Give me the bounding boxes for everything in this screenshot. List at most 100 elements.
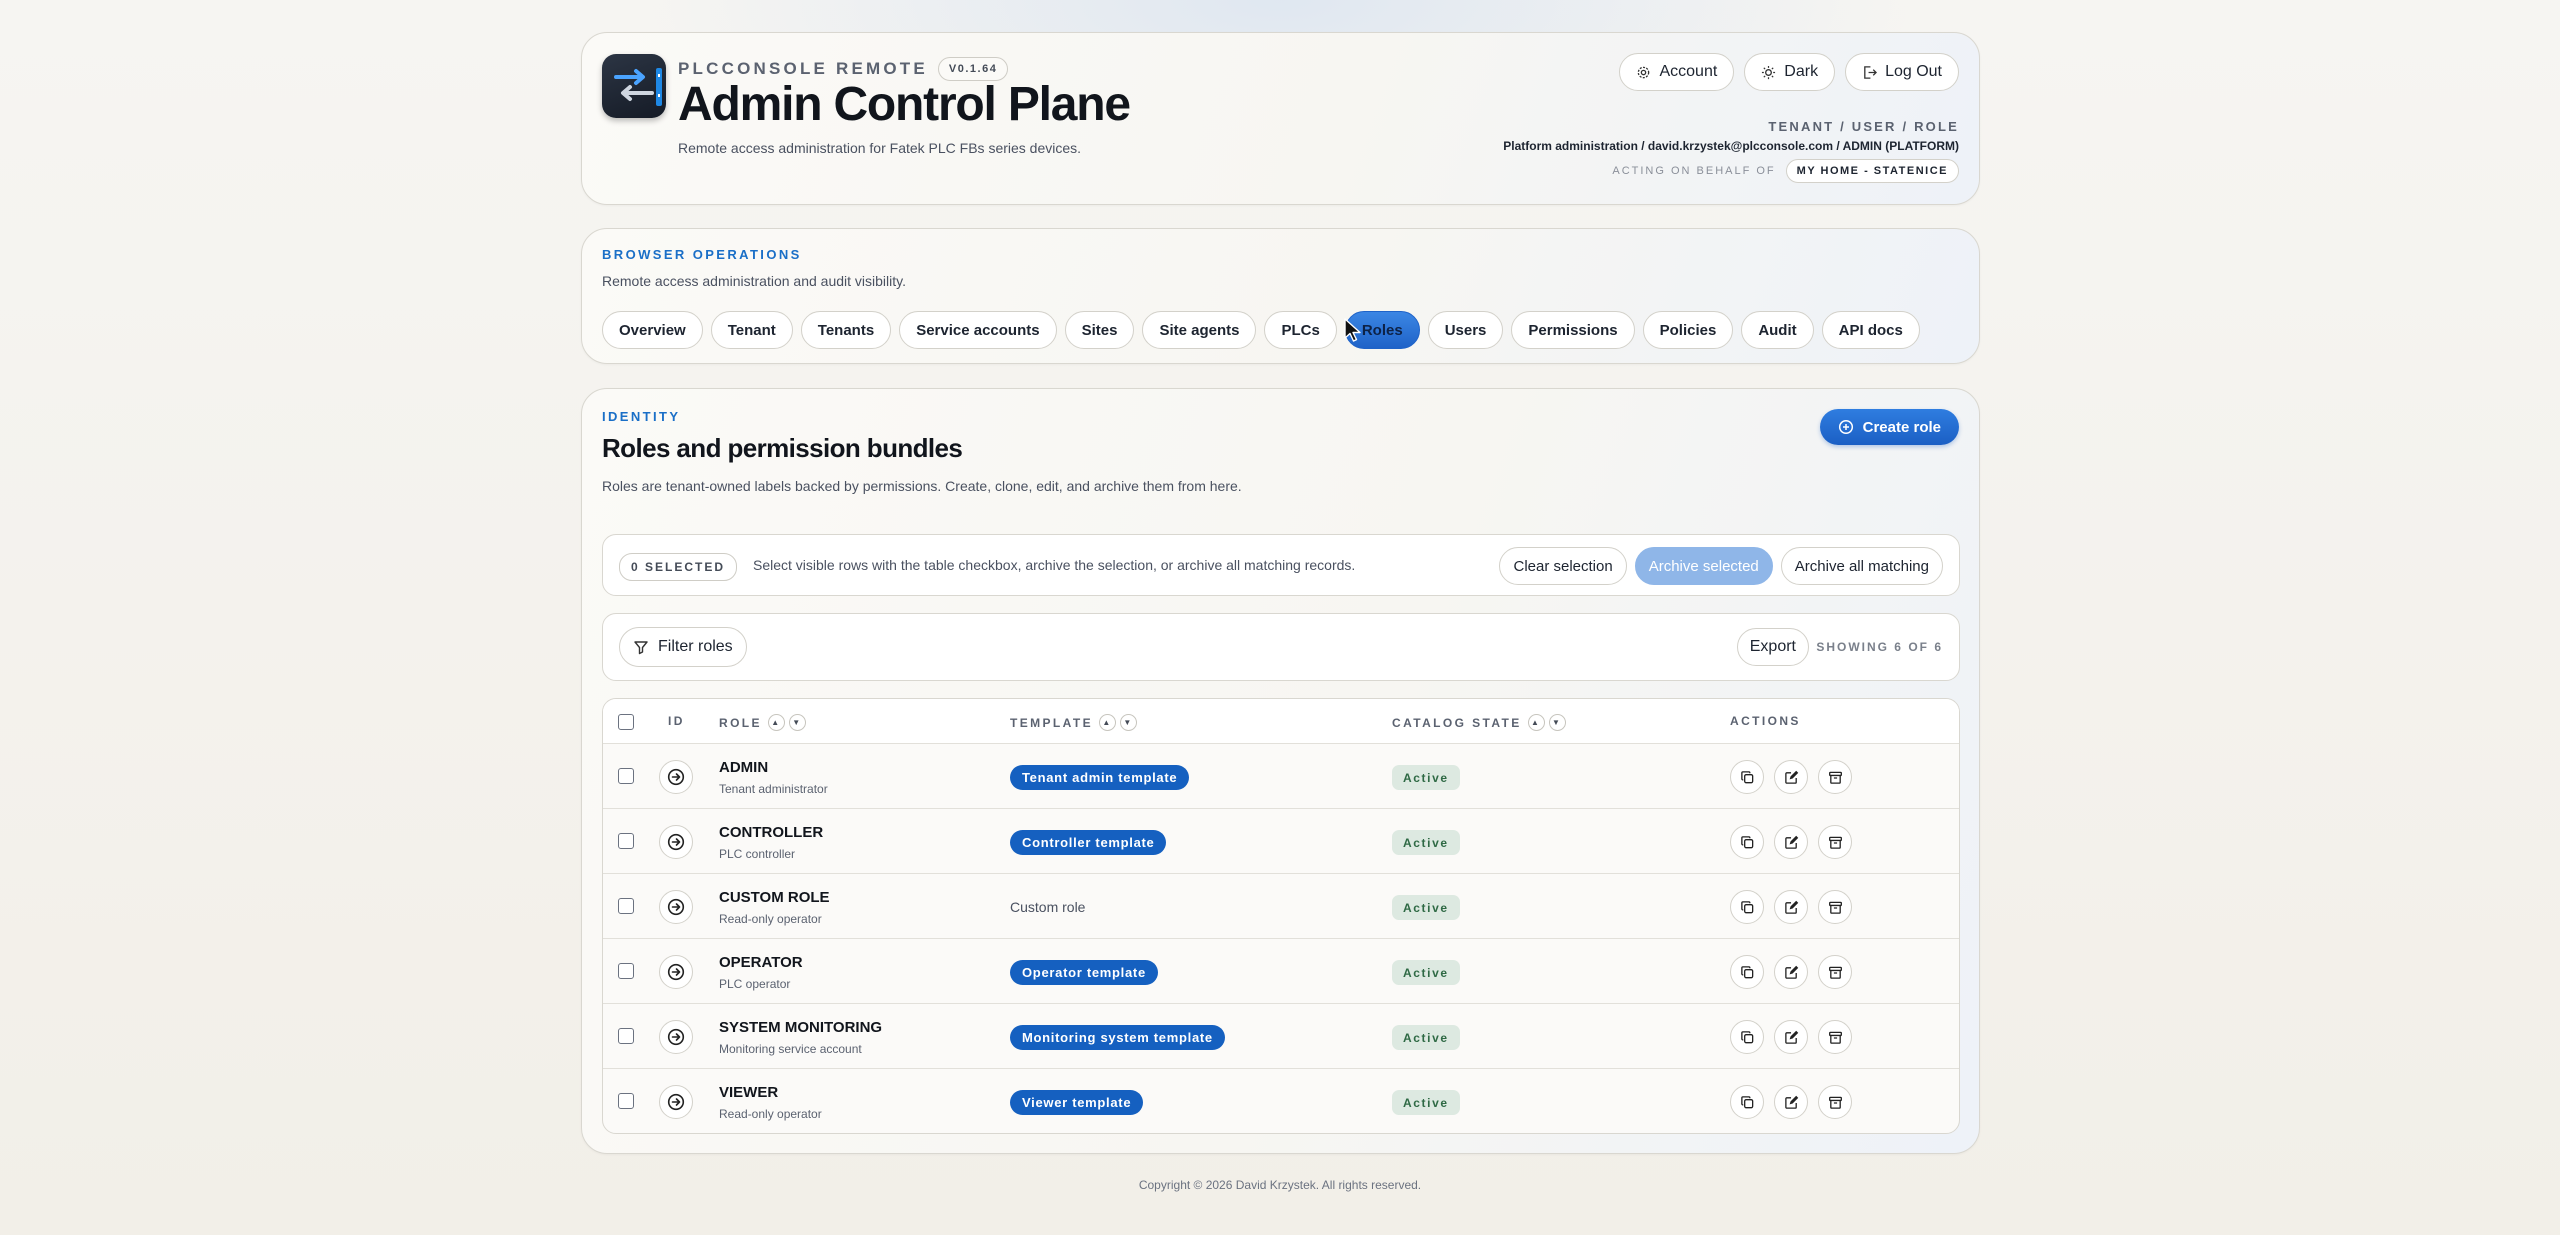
clone-role-button[interactable] xyxy=(1730,1085,1764,1119)
filter-roles-button[interactable]: Filter roles xyxy=(619,627,747,667)
open-role-button[interactable] xyxy=(659,1085,693,1119)
edit-role-button[interactable] xyxy=(1774,825,1808,859)
operations-panel: BROWSER OPERATIONS Remote access adminis… xyxy=(581,228,1980,364)
edit-icon xyxy=(1784,770,1798,784)
sort-desc-icon[interactable]: ▼ xyxy=(788,714,806,731)
archive-icon xyxy=(1828,966,1842,979)
row-checkbox[interactable] xyxy=(618,963,634,979)
select-all-checkbox[interactable] xyxy=(618,714,634,730)
row-checkbox[interactable] xyxy=(618,1028,634,1044)
theme-label: Dark xyxy=(1784,63,1819,80)
identity-eyebrow: IDENTITY xyxy=(602,409,681,424)
role-description: Tenant administrator xyxy=(719,782,828,796)
tab-users[interactable]: Users xyxy=(1427,311,1504,349)
edit-role-button[interactable] xyxy=(1774,890,1808,924)
edit-role-button[interactable] xyxy=(1774,760,1808,794)
open-role-button[interactable] xyxy=(659,1020,693,1054)
edit-role-button[interactable] xyxy=(1774,955,1808,989)
archive-role-button[interactable] xyxy=(1818,760,1852,794)
tab-audit[interactable]: Audit xyxy=(1741,311,1814,349)
clear-selection-button[interactable]: Clear selection xyxy=(1499,547,1627,585)
tab-tenants[interactable]: Tenants xyxy=(800,311,892,349)
archive-all-button[interactable]: Archive all matching xyxy=(1780,547,1943,585)
clone-role-button[interactable] xyxy=(1730,955,1764,989)
catalog-state-badge: Active xyxy=(1392,960,1460,985)
open-role-button[interactable] xyxy=(659,760,693,794)
brand-name: PLCCONSOLE REMOTE xyxy=(678,59,928,78)
tab-policies[interactable]: Policies xyxy=(1642,311,1734,349)
theme-toggle-button[interactable]: Dark xyxy=(1744,53,1836,91)
role-description: Read-only operator xyxy=(719,912,822,926)
table-row[interactable]: CUSTOM ROLE Read-only operator Custom ro… xyxy=(603,874,1959,939)
tab-overview[interactable]: Overview xyxy=(602,311,703,349)
edit-icon xyxy=(1784,835,1798,849)
edit-icon xyxy=(1784,965,1798,979)
table-header: ID ROLE ▲ ▼ TEMPLATE ▲ ▼ CATALOG STATE ▲ ▼ … xyxy=(603,699,1959,744)
archive-role-button[interactable] xyxy=(1818,955,1852,989)
catalog-state-badge: Active xyxy=(1392,895,1460,920)
tab-tenant[interactable]: Tenant xyxy=(710,311,793,349)
arrow-right-circle-icon xyxy=(667,833,685,851)
archive-icon xyxy=(1828,771,1842,784)
edit-role-button[interactable] xyxy=(1774,1085,1808,1119)
export-button[interactable]: Export xyxy=(1736,628,1809,666)
role-name: OPERATOR xyxy=(719,954,803,971)
roles-description: Roles are tenant-owned labels backed by … xyxy=(602,478,1242,494)
open-role-button[interactable] xyxy=(659,890,693,924)
table-row[interactable]: CONTROLLER PLC controller Controller tem… xyxy=(603,809,1959,874)
tab-sites[interactable]: Sites xyxy=(1064,311,1135,349)
account-button[interactable]: Account xyxy=(1619,53,1735,91)
row-checkbox[interactable] xyxy=(618,833,634,849)
open-role-button[interactable] xyxy=(659,825,693,859)
clone-role-button[interactable] xyxy=(1730,760,1764,794)
row-checkbox[interactable] xyxy=(618,898,634,914)
sun-icon xyxy=(1762,65,1776,79)
copy-icon xyxy=(1740,835,1753,848)
copyright-footer: Copyright © 2026 David Krzystek. All rig… xyxy=(1138,1178,1422,1192)
clone-role-button[interactable] xyxy=(1730,1020,1764,1054)
archive-icon xyxy=(1828,836,1842,849)
archive-selected-button[interactable]: Archive selected xyxy=(1634,547,1773,585)
sort-asc-icon[interactable]: ▲ xyxy=(767,714,785,731)
copy-icon xyxy=(1740,1095,1753,1108)
tab-site-agents[interactable]: Site agents xyxy=(1142,311,1257,349)
table-row[interactable]: SYSTEM MONITORING Monitoring service acc… xyxy=(603,1004,1959,1069)
tab-permissions[interactable]: Permissions xyxy=(1511,311,1635,349)
archive-role-button[interactable] xyxy=(1818,825,1852,859)
clone-role-button[interactable] xyxy=(1730,890,1764,924)
clone-role-button[interactable] xyxy=(1730,825,1764,859)
column-id: ID xyxy=(668,714,685,728)
archive-role-button[interactable] xyxy=(1818,1085,1852,1119)
sort-asc-icon[interactable]: ▲ xyxy=(1527,714,1545,731)
operations-tabs: Overview Tenant Tenants Service accounts… xyxy=(602,311,1920,349)
tab-plcs[interactable]: PLCs xyxy=(1264,311,1337,349)
filter-roles-label: Filter roles xyxy=(658,638,733,655)
template-badge: Viewer template xyxy=(1010,1090,1144,1115)
sort-desc-icon[interactable]: ▼ xyxy=(1119,714,1137,731)
table-row[interactable]: OPERATOR PLC operator Operator template … xyxy=(603,939,1959,1004)
arrow-right-circle-icon xyxy=(667,1028,685,1046)
create-role-label: Create role xyxy=(1862,418,1941,436)
row-checkbox[interactable] xyxy=(618,1093,634,1109)
sort-asc-icon[interactable]: ▲ xyxy=(1098,714,1116,731)
tab-service-accounts[interactable]: Service accounts xyxy=(899,311,1057,349)
page-subtitle: Remote access administration for Fatek P… xyxy=(678,140,1082,156)
selected-count-badge: 0 SELECTED xyxy=(619,553,738,581)
copy-icon xyxy=(1740,1030,1753,1043)
context-value: Platform administration / david.krzystek… xyxy=(1503,139,1959,153)
edit-role-button[interactable] xyxy=(1774,1020,1808,1054)
sort-desc-icon[interactable]: ▼ xyxy=(1548,714,1566,731)
table-row[interactable]: VIEWER Read-only operator Viewer templat… xyxy=(603,1069,1959,1133)
open-role-button[interactable] xyxy=(659,955,693,989)
archive-role-button[interactable] xyxy=(1818,890,1852,924)
tab-api-docs[interactable]: API docs xyxy=(1821,311,1920,349)
create-role-button[interactable]: Create role xyxy=(1819,409,1959,445)
acting-tenant-badge[interactable]: MY HOME - STATENICE xyxy=(1785,159,1959,183)
catalog-state-badge: Active xyxy=(1392,1090,1460,1115)
header-panel: PLCCONSOLE REMOTE V0.1.64 Admin Control … xyxy=(581,32,1980,205)
row-checkbox[interactable] xyxy=(618,768,634,784)
archive-role-button[interactable] xyxy=(1818,1020,1852,1054)
logout-button[interactable]: Log Out xyxy=(1845,53,1959,91)
table-row[interactable]: ADMIN Tenant administrator Tenant admin … xyxy=(603,744,1959,809)
acting-label: ACTING ON BEHALF OF xyxy=(1612,165,1776,177)
